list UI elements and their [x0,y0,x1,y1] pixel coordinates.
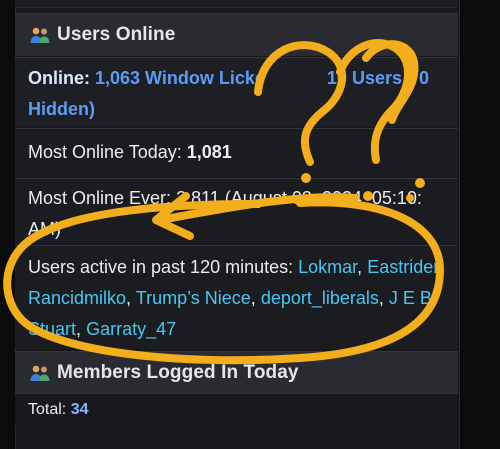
users-online-header: Users Online [15,13,458,56]
user-link-trumps-niece[interactable]: Trump’s Niece [136,288,251,308]
user-link-garraty-47[interactable]: Garraty_47 [86,319,176,339]
user-link-deport-liberals[interactable]: deport_liberals [261,288,379,308]
online-count-row: Online: 1,063 Window Licke 10 Users ( 0 Hi… [15,57,458,127]
online-count-link[interactable]: 1,063 Window Licke [95,68,265,88]
members-today-title: Members Logged In Today [57,362,299,383]
active-users-row: Users active in past 120 minutes: Lokmar… [15,245,458,349]
members-today-header: Members Logged In Today [15,351,458,394]
user-link-lokmar[interactable]: Lokmar [298,257,357,277]
online-label: Online: [28,68,90,88]
most-online-ever-value: 2,811 (August 03, 2024, 05:10: [176,188,422,208]
user-link-rancidmilko[interactable]: Rancidmilko [28,288,126,308]
online-hidden-count[interactable]: 0 [419,68,429,88]
most-online-ever-tail: AM) [28,219,61,239]
most-online-ever-row: Most Online Ever: 2,811 (August 03, 2024… [15,178,458,244]
user-link-eastrider[interactable]: Eastrider [367,257,438,277]
online-hidden-label[interactable]: Hidden) [28,99,95,119]
most-online-ever-label: Most Online Ever: [28,188,172,208]
members-total-row: Total: 34 [15,393,458,425]
panel-top-edge [15,0,458,8]
users-group-icon [30,27,50,43]
users-online-title: Users Online [57,24,176,45]
most-online-today-label: Most Online Today: [28,142,182,162]
users-group-icon [30,365,50,381]
most-online-today-row: Most Online Today: 1,081 [15,128,458,177]
members-total-label: Total: [28,401,67,418]
active-users-label: Users active in past 120 minutes: [28,257,294,277]
most-online-today-value: 1,081 [186,142,232,162]
members-total-value: 34 [70,401,89,418]
online-users-link[interactable]: 10 Users ( [327,68,413,88]
